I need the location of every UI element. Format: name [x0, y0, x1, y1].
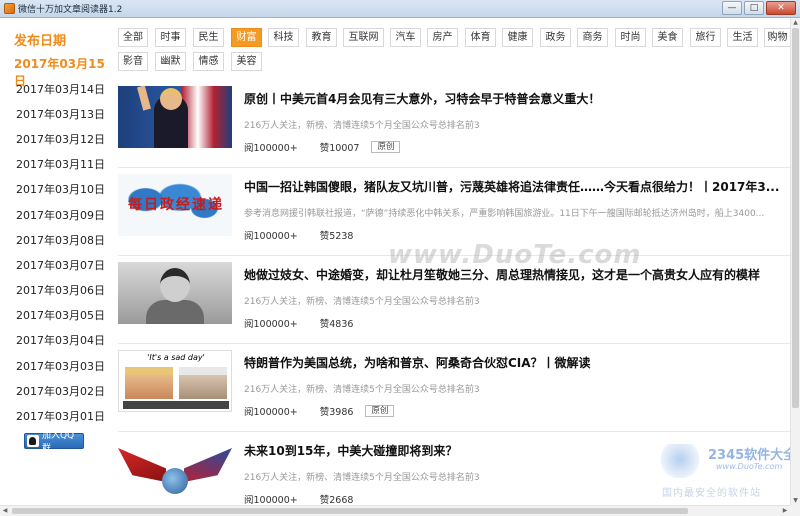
like-count: 赞2668: [319, 495, 354, 504]
date-item[interactable]: 2017年03月14日: [16, 81, 105, 97]
tag-all[interactable]: 全部: [118, 28, 148, 47]
tag-wealth[interactable]: 财富: [231, 28, 262, 47]
article-title[interactable]: 中国一招让韩国傻眼，猪队友又坑川普，污蔑英雄将追法律责任……今天看点很给力！丨2…: [244, 178, 784, 195]
article-description: 216万人关注，新榜、清博连续5个月全国公众号总排名前3: [244, 385, 480, 395]
tag-food[interactable]: 美食: [652, 28, 683, 47]
tag-education[interactable]: 教育: [306, 28, 337, 47]
scroll-right-arrow-icon[interactable]: ▶: [780, 506, 790, 516]
join-qq-group-button[interactable]: 加入QQ群: [24, 431, 84, 454]
article-thumbnail[interactable]: 每日政经速递: [118, 174, 232, 236]
date-item[interactable]: 2017年03月08日: [16, 232, 105, 248]
article-stats: 阅100000+ 赞4836: [244, 316, 353, 330]
window-controls: — □ ✕: [720, 1, 796, 15]
thumbnail-caption: 'It's a sad day': [147, 353, 205, 362]
app-icon: [4, 3, 15, 14]
vertical-scrollbar[interactable]: ▲ ▼: [790, 18, 800, 506]
original-badge: 原创: [365, 405, 395, 417]
date-item[interactable]: 2017年03月12日: [16, 131, 105, 147]
duote-watermark: www.DuoTe.com: [388, 240, 642, 270]
scroll-up-arrow-icon[interactable]: ▲: [791, 18, 800, 28]
article-title[interactable]: 特朗普作为美国总统，为啥和普京、阿桑奇合伙怼CIA？丨微解读: [244, 354, 784, 371]
article-thumbnail[interactable]: 'It's a sad day': [118, 350, 232, 412]
article-description: 参考消息网援引韩联社报道，“萨德”持续恶化中韩关系，严重影响韩国旅游业。11日下…: [244, 209, 765, 219]
watermark-url: www.DuoTe.com: [716, 462, 783, 471]
original-badge: 原创: [371, 141, 401, 153]
tag-government[interactable]: 政务: [540, 28, 571, 47]
sidebar-heading: 发布日期: [14, 34, 67, 49]
tag-fashion[interactable]: 时尚: [615, 28, 646, 47]
vertical-scroll-thumb[interactable]: [792, 28, 799, 408]
close-button[interactable]: ✕: [766, 1, 796, 15]
date-item[interactable]: 2017年03月03日: [16, 358, 105, 374]
date-item[interactable]: 2017年03月02日: [16, 383, 105, 399]
article-thumbnail[interactable]: [118, 86, 232, 148]
minimize-button[interactable]: —: [722, 1, 742, 15]
resize-grip[interactable]: [790, 505, 800, 516]
tag-current-affairs[interactable]: 时事: [155, 28, 186, 47]
like-count: 赞4836: [319, 319, 354, 330]
read-count: 阅100000+: [244, 143, 298, 154]
date-item[interactable]: 2017年03月05日: [16, 307, 105, 323]
tag-humor[interactable]: 幽默: [155, 52, 186, 71]
thumbnail-caption: 每日政经速递: [128, 197, 224, 213]
article-description: 216万人关注，新榜、清博连续5个月全国公众号总排名前3: [244, 121, 480, 131]
date-item[interactable]: 2017年03月06日: [16, 282, 105, 298]
read-count: 阅100000+: [244, 231, 298, 242]
article-stats: 阅100000+ 赞3986 原创: [244, 404, 395, 418]
tag-sports[interactable]: 体育: [465, 28, 496, 47]
like-count: 赞10007: [319, 143, 360, 154]
read-count: 阅100000+: [244, 319, 298, 330]
article-list: 原创丨中美元首4月会见有三大意外，习特会早于特普会意义重大！ 216万人关注，新…: [118, 80, 790, 504]
maximize-button[interactable]: □: [744, 1, 764, 15]
window-title: 微信十万加文章阅读器1.2: [18, 5, 123, 15]
date-item[interactable]: 2017年03月07日: [16, 257, 105, 273]
date-item[interactable]: 2017年03月09日: [16, 207, 105, 223]
tag-tech[interactable]: 科技: [268, 28, 299, 47]
tag-emotion[interactable]: 情感: [193, 52, 224, 71]
article-thumbnail[interactable]: [118, 438, 232, 500]
date-item[interactable]: 2017年03月04日: [16, 332, 105, 348]
mascot-icon: [660, 444, 700, 478]
article-description: 216万人关注，新榜、清博连续5个月全国公众号总排名前3: [244, 297, 480, 307]
watermark-brand: 2345软件大全: [708, 448, 797, 463]
tag-business[interactable]: 商务: [577, 28, 608, 47]
qq-penguin-icon: [27, 435, 39, 447]
tag-shopping[interactable]: 购物: [764, 28, 790, 47]
title-bar: 微信十万加文章阅读器1.2 — □ ✕: [0, 0, 800, 18]
watermark-slogan: 国内最安全的软件站: [662, 488, 761, 499]
article-title[interactable]: 原创丨中美元首4月会见有三大意外，习特会早于特普会意义重大！: [244, 90, 784, 107]
article-stats: 阅100000+ 赞2668: [244, 492, 353, 504]
tag-travel[interactable]: 旅行: [690, 28, 721, 47]
tag-media[interactable]: 影音: [118, 52, 148, 71]
tag-life[interactable]: 生活: [727, 28, 758, 47]
qq-button-label: 加入QQ群: [41, 431, 75, 454]
like-count: 赞3986: [319, 407, 354, 418]
horizontal-scroll-thumb[interactable]: [12, 508, 688, 514]
tag-internet[interactable]: 互联网: [343, 28, 384, 47]
article-item[interactable]: 原创丨中美元首4月会见有三大意外，习特会早于特普会意义重大！ 216万人关注，新…: [118, 80, 790, 168]
article-stats: 阅100000+ 赞10007 原创: [244, 140, 401, 154]
tag-livelihood[interactable]: 民生: [193, 28, 224, 47]
article-stats: 阅100000+ 赞5238: [244, 228, 353, 242]
tag-beauty[interactable]: 美容: [231, 52, 262, 71]
date-item[interactable]: 2017年03月11日: [16, 156, 105, 172]
horizontal-scrollbar[interactable]: ◀ ▶: [0, 505, 790, 516]
article-item[interactable]: 'It's a sad day' 特朗普作为美国总统，为啥和普京、阿桑奇合伙怼C…: [118, 344, 790, 432]
article-thumbnail[interactable]: [118, 262, 232, 324]
date-item[interactable]: 2017年03月13日: [16, 106, 105, 122]
tag-health[interactable]: 健康: [502, 28, 533, 47]
tag-auto[interactable]: 汽车: [390, 28, 421, 47]
read-count: 阅100000+: [244, 407, 298, 418]
like-count: 赞5238: [319, 231, 354, 242]
date-sidebar: 发布日期 2017年03月15日 2017年03月14日 2017年03月13日…: [0, 18, 112, 506]
tag-realestate[interactable]: 房产: [427, 28, 458, 47]
date-item[interactable]: 2017年03月10日: [16, 181, 105, 197]
scroll-left-arrow-icon[interactable]: ◀: [0, 506, 10, 516]
date-item[interactable]: 2017年03月01日: [16, 408, 105, 424]
read-count: 阅100000+: [244, 495, 298, 504]
watermark-2345: 2345软件大全 www.DuoTe.com 国内最安全的软件站: [660, 444, 800, 504]
